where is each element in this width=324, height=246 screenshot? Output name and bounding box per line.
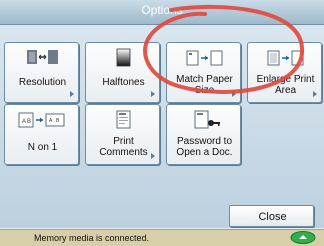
password-to-open-label: Password to Open a Doc. [176,136,233,158]
match-paper-size-button[interactable]: Match Paper Size [166,42,241,103]
chevron-right-icon [232,91,236,97]
match-paper-size-icon [186,50,223,66]
halftones-icon [116,48,131,67]
resolution-button[interactable]: Resolution [4,42,79,103]
halftones-label: Halftones [102,77,145,88]
options-screen: Options Resolution Halftones Match Paper… [0,0,324,246]
status-bar: Memory media is connected. [0,229,324,246]
resolution-label: Resolution [18,77,67,88]
chevron-right-icon [151,153,155,159]
match-paper-size-label: Match Paper Size [176,74,233,96]
chevron-right-icon [151,91,155,97]
password-to-open-button[interactable]: Password to Open a Doc. [166,104,241,165]
svg-text:B: B [27,119,31,125]
window-title: Options [141,3,183,17]
status-message: Memory media is connected. [34,233,150,243]
password-icon [194,110,220,129]
status-led-icon[interactable] [290,231,316,244]
chevron-right-icon [70,91,74,97]
halftones-button[interactable]: Halftones [85,42,160,103]
options-panel: Resolution Halftones Match Paper Size En… [0,25,324,228]
print-comments-label: Print Comments [99,136,148,158]
close-button[interactable]: Close [229,205,314,227]
svg-text:A: A [22,119,26,125]
print-comments-button[interactable]: Print Comments [85,104,160,165]
n-on-1-icon: A B A B [18,112,65,128]
close-button-label: Close [258,211,287,223]
print-comments-icon [116,110,131,129]
resolution-icon [27,50,58,64]
enlarge-print-area-button[interactable]: Enlarge Print Area [247,42,322,103]
title-bar: Options [0,0,324,25]
chevron-right-icon [313,91,317,97]
n-on-1-button[interactable]: A B A B N on 1 [4,104,79,165]
enlarge-print-area-label: Enlarge Print Area [256,74,315,96]
n-on-1-label: N on 1 [27,142,58,153]
enlarge-print-area-icon [267,50,304,66]
